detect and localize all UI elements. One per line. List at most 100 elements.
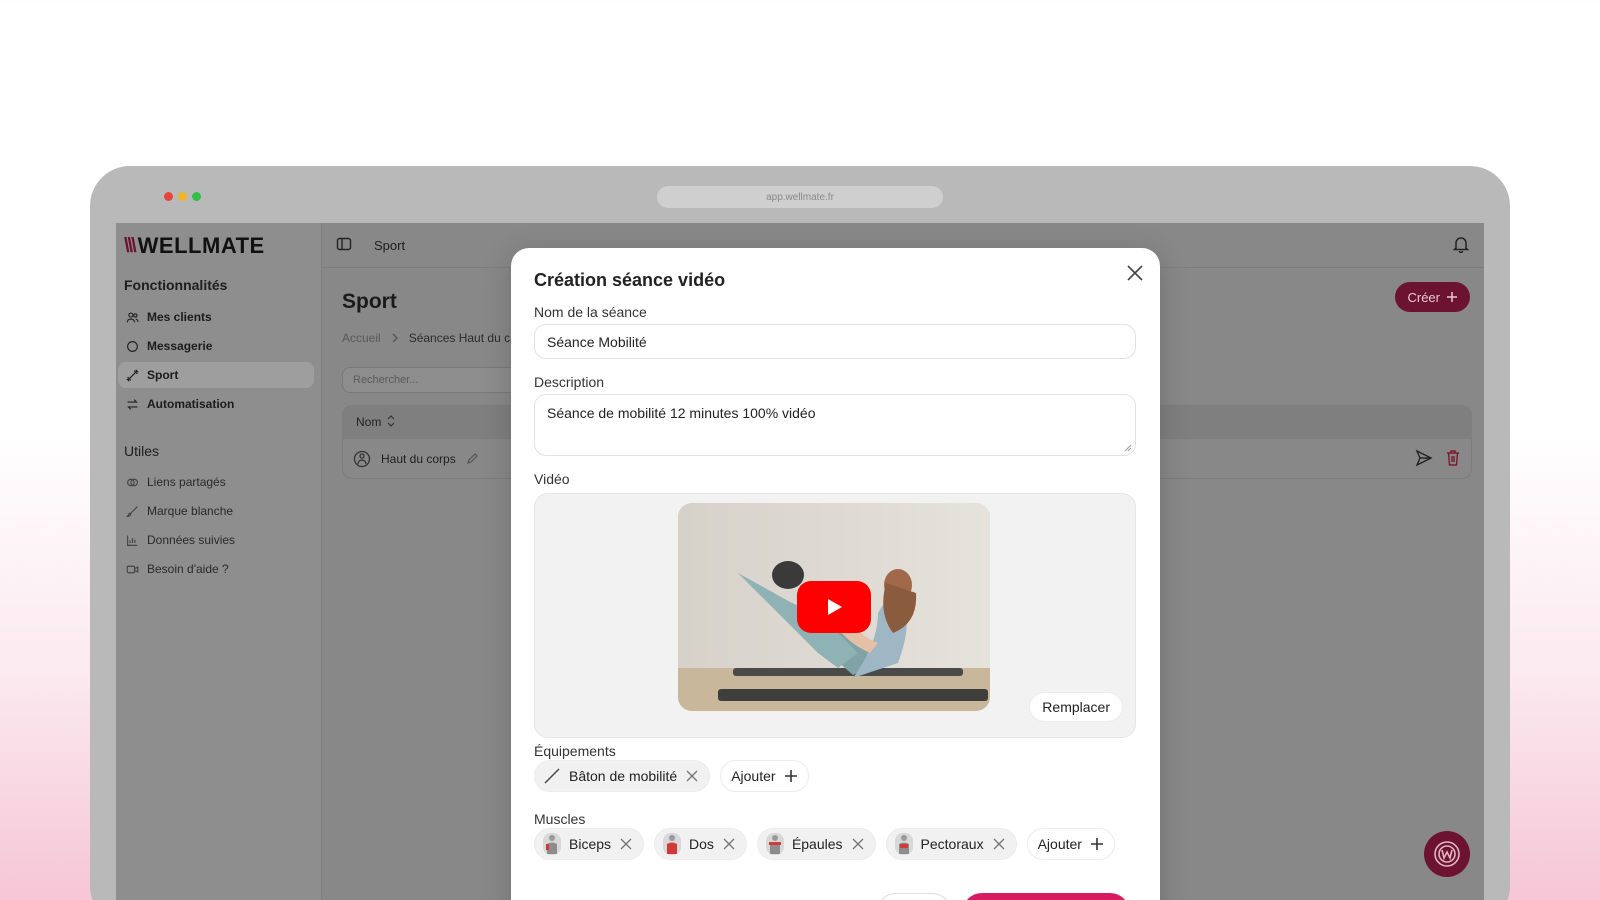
muscle-chip: Épaules bbox=[756, 828, 876, 860]
page-title: Sport bbox=[342, 290, 397, 313]
video-label: Vidéo bbox=[534, 471, 570, 487]
replace-video-button[interactable]: Remplacer bbox=[1029, 692, 1123, 722]
sort-icon[interactable] bbox=[387, 415, 395, 427]
arrows-icon bbox=[127, 398, 138, 410]
sidebar-item-label: Messagerie bbox=[147, 339, 213, 353]
row-name: Haut du corps bbox=[381, 451, 456, 466]
edit-icon[interactable] bbox=[466, 452, 478, 465]
section-features-title: Fonctionnalités bbox=[124, 277, 228, 293]
cancel-button[interactable] bbox=[876, 893, 952, 900]
modal-title: Création séance vidéo bbox=[534, 270, 726, 290]
muscle-figure-icon bbox=[894, 833, 913, 855]
column-name[interactable]: Nom bbox=[356, 415, 381, 429]
equipment-chip: Bâton de mobilité bbox=[534, 760, 711, 792]
sidebar-item-label: Mes clients bbox=[147, 310, 212, 324]
remove-icon[interactable] bbox=[992, 837, 1006, 851]
add-equipment-button[interactable]: Ajouter bbox=[720, 760, 809, 792]
bell-icon[interactable] bbox=[1452, 235, 1470, 253]
muscles-label: Muscles bbox=[534, 811, 586, 827]
sidebar-item-label: Automatisation bbox=[147, 397, 235, 411]
sidebar-item-tracked-data[interactable]: Données suivies bbox=[118, 527, 314, 553]
sidebar-item-automation[interactable]: Automatisation bbox=[118, 391, 314, 417]
sidebar-item-white-label[interactable]: Marque blanche bbox=[118, 498, 314, 524]
sidebar-item-shared-links[interactable]: Liens partagés bbox=[118, 469, 314, 495]
video-icon bbox=[126, 565, 139, 573]
window-controls bbox=[164, 192, 201, 201]
trash-icon[interactable] bbox=[1445, 449, 1461, 467]
description-value: Séance de mobilité 12 minutes 100% vidéo bbox=[547, 405, 816, 421]
remove-icon[interactable] bbox=[619, 837, 633, 851]
breadcrumb: Accueil Séances Haut du c bbox=[342, 331, 510, 345]
add-label: Ajouter bbox=[1037, 836, 1082, 852]
address-bar[interactable]: app.wellmate.fr bbox=[657, 186, 943, 208]
sidebar-toggle-icon[interactable] bbox=[336, 236, 352, 252]
muscle-chips: Biceps Dos Épaules Pectoraux Ajouter bbox=[534, 828, 1115, 860]
create-button-label: Créer bbox=[1407, 289, 1440, 305]
muscle-chip-label: Dos bbox=[689, 836, 714, 852]
close-dot[interactable] bbox=[164, 192, 173, 201]
muscle-figure-icon bbox=[543, 833, 561, 855]
remove-icon[interactable] bbox=[722, 837, 736, 851]
sidebar-item-help[interactable]: Besoin d'aide ? bbox=[118, 556, 314, 582]
stick-icon bbox=[544, 768, 560, 784]
equipment-chips: Bâton de mobilité Ajouter bbox=[534, 760, 809, 792]
sidebar-item-label: Liens partagés bbox=[147, 475, 226, 489]
plus-icon bbox=[1447, 292, 1457, 302]
muscle-chip: Dos bbox=[654, 828, 747, 860]
send-icon[interactable] bbox=[1415, 449, 1433, 467]
equipment-label: Équipements bbox=[534, 743, 616, 759]
sidebar-item-clients[interactable]: Mes clients bbox=[118, 304, 314, 330]
resize-handle-icon[interactable] bbox=[1124, 444, 1132, 452]
create-video-session-modal: Création séance vidéo Nom de la séance S… bbox=[511, 248, 1160, 900]
plus-icon bbox=[1090, 838, 1103, 850]
description-textarea[interactable]: Séance de mobilité 12 minutes 100% vidéo bbox=[534, 394, 1136, 456]
sidebar-item-label: Données suivies bbox=[147, 533, 236, 547]
section-utils-title: Utiles bbox=[124, 443, 160, 459]
muscle-chip-label: Épaules bbox=[791, 836, 843, 852]
session-name-label: Nom de la séance bbox=[534, 304, 647, 320]
minimize-dot[interactable] bbox=[178, 192, 187, 201]
close-icon[interactable] bbox=[1124, 262, 1146, 284]
play-icon bbox=[828, 599, 842, 615]
row-actions bbox=[1415, 449, 1461, 467]
muscle-chip: Pectoraux bbox=[885, 828, 1017, 860]
help-chat-button[interactable] bbox=[1424, 831, 1470, 877]
brush-icon bbox=[126, 505, 138, 517]
breadcrumb-home[interactable]: Accueil bbox=[342, 331, 381, 345]
muscle-figure-icon bbox=[765, 833, 784, 855]
sidebar-item-label: Sport bbox=[147, 368, 179, 382]
play-button[interactable] bbox=[797, 581, 871, 633]
submit-button[interactable] bbox=[962, 893, 1130, 900]
topbar-title: Sport bbox=[374, 238, 406, 253]
chat-icon bbox=[127, 340, 138, 352]
body-icon bbox=[353, 450, 371, 467]
description-label: Description bbox=[534, 374, 605, 390]
muscle-chip-label: Pectoraux bbox=[920, 836, 984, 852]
plus-icon bbox=[784, 770, 797, 782]
chart-icon bbox=[127, 535, 138, 546]
equipment-chip-label: Bâton de mobilité bbox=[569, 768, 678, 784]
wellmate-logo-icon bbox=[1434, 841, 1460, 867]
muscle-figure-icon bbox=[663, 833, 682, 855]
session-name-input[interactable]: Séance Mobilité bbox=[534, 324, 1136, 359]
sidebar-item-label: Marque blanche bbox=[147, 504, 234, 518]
sidebar: \\\ WELLMATE Fonctionnalités Mes clients… bbox=[116, 223, 322, 900]
sidebar-item-messaging[interactable]: Messagerie bbox=[118, 333, 314, 359]
chevron-right-icon bbox=[392, 333, 398, 343]
logo-mark-icon: \\\ bbox=[124, 234, 137, 257]
remove-icon[interactable] bbox=[851, 837, 865, 851]
dumbbell-icon bbox=[126, 368, 139, 382]
sidebar-item-label: Besoin d'aide ? bbox=[147, 562, 229, 576]
muscle-chip: Biceps bbox=[534, 828, 645, 860]
create-button[interactable]: Créer bbox=[1395, 282, 1470, 312]
video-thumbnail[interactable] bbox=[678, 503, 990, 711]
maximize-dot[interactable] bbox=[192, 192, 201, 201]
sidebar-item-sport[interactable]: Sport bbox=[118, 362, 314, 388]
add-muscle-button[interactable]: Ajouter bbox=[1026, 828, 1115, 860]
remove-icon[interactable] bbox=[685, 769, 699, 783]
video-box: Remplacer bbox=[534, 493, 1136, 738]
breadcrumb-current: Séances Haut du c bbox=[408, 331, 511, 345]
muscle-chip-label: Biceps bbox=[569, 836, 612, 852]
brand-logo[interactable]: \\\ WELLMATE bbox=[124, 233, 265, 259]
modal-footer bbox=[876, 893, 1130, 900]
